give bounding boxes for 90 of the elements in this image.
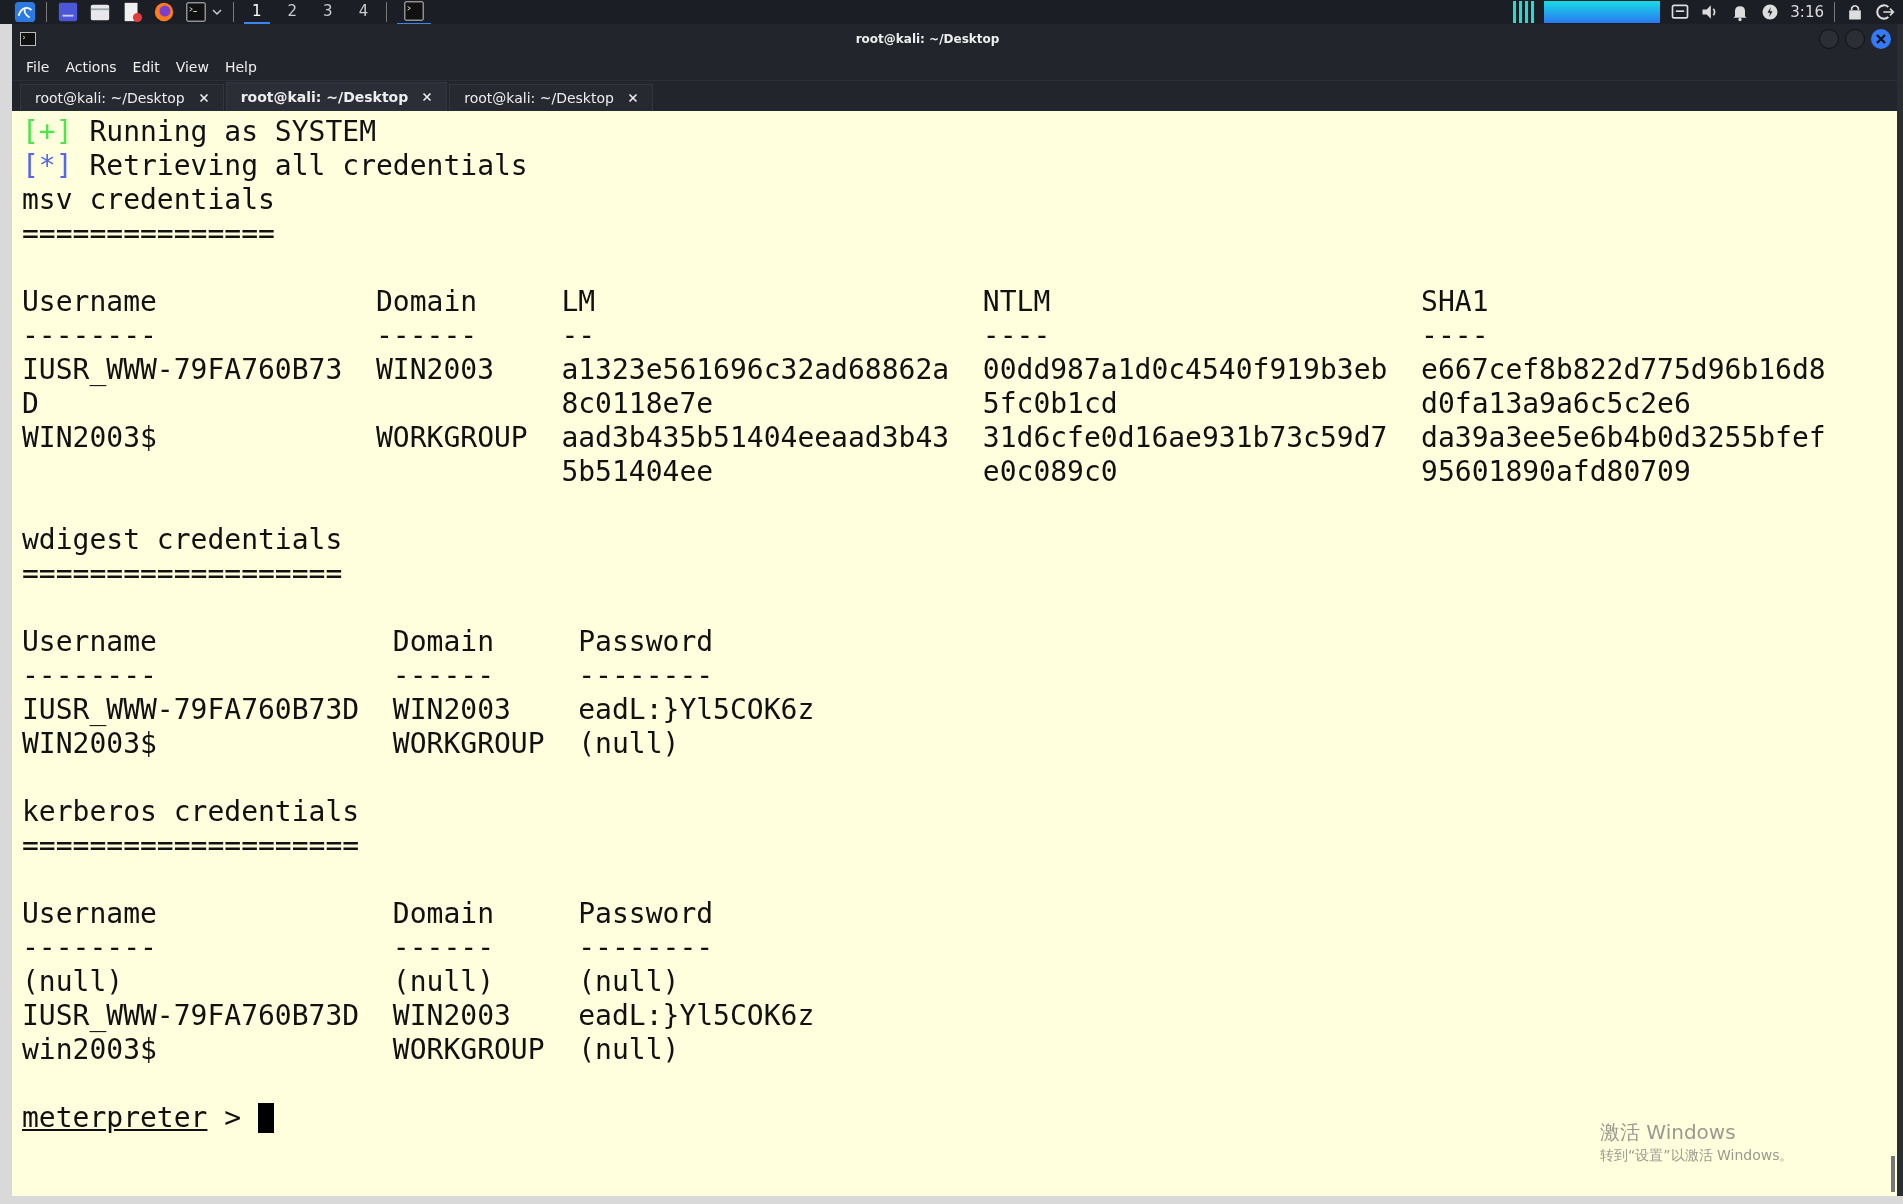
cpu-graph [1513, 1, 1535, 23]
window-title: root@kali: ~/Desktop [854, 32, 1001, 46]
close-icon[interactable] [627, 93, 638, 103]
close-button[interactable] [1871, 29, 1891, 49]
prompt-name: meterpreter [22, 1101, 208, 1135]
table-cell-text: WIN2003$ [22, 421, 158, 456]
heading-underline: =================== [22, 557, 343, 590]
column-underline: ------ [376, 319, 479, 353]
menu-item[interactable]: Help [224, 59, 257, 75]
table-cell-text: win2003$ [22, 1033, 158, 1067]
table-cell: WORKGROUP [392, 727, 545, 761]
table-cell: IUSR_WWW-79FA760B73D [22, 353, 343, 421]
column-header: Domain [376, 285, 479, 319]
table-cell-text: WIN2003 [392, 693, 512, 727]
tab-label: root@kali: ~/Desktop [35, 90, 185, 106]
window-icon[interactable] [57, 1, 79, 23]
table-cell-text: WIN2003 [392, 999, 512, 1033]
heading-underline: ==================== [22, 829, 360, 862]
workspace-button[interactable]: 2 [279, 0, 306, 24]
column-underline: -------- [578, 931, 715, 965]
clock: 3:16 [1790, 3, 1824, 21]
column-underline: -- [561, 319, 597, 353]
cursor [258, 1103, 274, 1133]
table-cell-text: (null) [392, 965, 495, 999]
activation-text: 转到“设置”以激活 Windows。 [1600, 1146, 1794, 1165]
table-cell-text: (null) [578, 1033, 681, 1067]
column-header: LM [561, 285, 597, 319]
table-cell: eadL:}Yl5COK6z [578, 693, 815, 727]
column-header: Username [22, 625, 158, 659]
column-header: Username [22, 897, 158, 931]
terminal-tab[interactable]: root@kali: ~/Desktop [20, 84, 224, 111]
network-icon[interactable] [1670, 2, 1691, 22]
column-header: Domain [392, 625, 495, 659]
browser-icon[interactable] [153, 1, 175, 23]
column-header: Password [578, 625, 715, 659]
table-cell: 31d6cfe0d16ae931b73c59d7e0c089c0 [982, 421, 1388, 489]
table-cell-text: WIN2003 [376, 353, 495, 388]
terminal-tab[interactable]: root@kali: ~/Desktop [225, 82, 448, 111]
table-cell-text: WIN2003$ [22, 727, 158, 761]
close-icon[interactable] [422, 92, 433, 102]
column-header: Domain [392, 897, 495, 931]
table-cell: WORKGROUP [392, 1033, 545, 1067]
column-underline: -------- [22, 319, 158, 353]
menu-item[interactable]: File [26, 59, 50, 75]
table-cell-text: (null) [22, 965, 125, 999]
logout-icon[interactable] [1875, 2, 1895, 22]
section-heading: wdigest credentials [22, 523, 343, 556]
table-cell: eadL:}Yl5COK6z [578, 999, 815, 1033]
scrollbar-thumb[interactable] [1891, 1156, 1895, 1192]
table-cell-text: (null) [578, 965, 681, 999]
status-marker: [*] [22, 149, 73, 182]
table-cell: da39a3ee5e6b4b0d3255bfef95601890afd80709 [1421, 421, 1826, 489]
table-cell: IUSR_WWW-79FA760B73D [22, 693, 360, 727]
menu-item[interactable]: Actions [65, 59, 117, 75]
column-underline: ------ [392, 659, 495, 693]
column-underline: -------- [578, 659, 715, 693]
table-cell-text: WORKGROUP [376, 421, 528, 456]
table-cell: aad3b435b51404eeaad3b435b51404ee [561, 421, 950, 489]
menu-item[interactable]: View [175, 59, 209, 75]
status-message: Running as SYSTEM [89, 115, 376, 148]
caret-icon[interactable] [211, 6, 223, 18]
column-header: SHA1 [1421, 285, 1490, 319]
column-underline: ---- [1421, 319, 1490, 353]
column-underline: -------- [22, 659, 158, 693]
section-heading: kerberos credentials [22, 795, 360, 828]
status-message: Retrieving all credentials [89, 149, 528, 182]
column-header: Password [578, 897, 715, 931]
prompt-symbol: > [224, 1101, 242, 1135]
status-marker: [+] [22, 115, 73, 148]
terminal-icon [403, 0, 426, 22]
column-underline: -------- [22, 931, 158, 965]
table-cell: 00dd987a1d0c4540f919b3eb5fc0b1cd [982, 353, 1388, 421]
tab-label: root@kali: ~/Desktop [240, 89, 409, 105]
section-heading: msv credentials [22, 183, 275, 216]
close-icon[interactable] [198, 93, 209, 103]
activation-title: 激活 Windows [1600, 1119, 1737, 1145]
workspace-button[interactable]: 4 [350, 0, 377, 24]
terminal-icon[interactable] [185, 1, 207, 23]
column-header: Username [22, 285, 158, 319]
heading-underline: =============== [22, 217, 275, 250]
column-underline: ------ [392, 931, 495, 965]
terminal-tab[interactable]: root@kali: ~/Desktop [449, 84, 653, 111]
terminal-icon [20, 32, 36, 46]
column-header: NTLM [982, 285, 1052, 319]
table-cell-text: (null) [578, 727, 681, 761]
tab-label: root@kali: ~/Desktop [464, 90, 614, 106]
column-underline: ---- [982, 319, 1052, 353]
table-cell: IUSR_WWW-79FA760B73D [22, 999, 360, 1033]
workspace-button[interactable]: 3 [315, 0, 341, 24]
menu-item[interactable]: Edit [132, 59, 160, 75]
